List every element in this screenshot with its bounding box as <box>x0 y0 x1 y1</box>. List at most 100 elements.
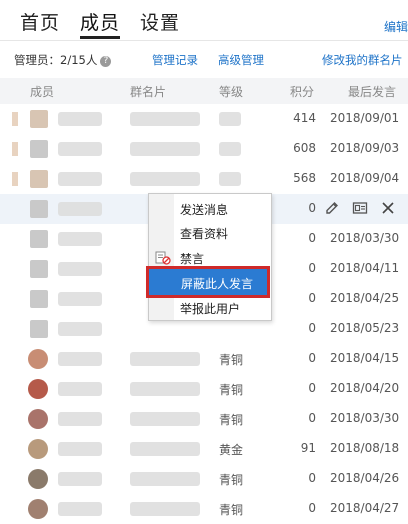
menu-item-mute[interactable]: 禁言 <box>180 250 204 267</box>
card-name-blurred <box>130 442 200 456</box>
col-card[interactable]: 群名片 <box>130 83 166 100</box>
last-post-date: 2018/09/03 <box>330 141 400 155</box>
avatar <box>30 110 48 128</box>
member-name-blurred <box>58 112 102 126</box>
card-name-blurred <box>130 382 200 396</box>
avatar <box>30 200 48 218</box>
member-name-blurred <box>58 352 102 366</box>
table-row[interactable]: 568 2018/09/04 <box>0 164 408 194</box>
score: 414 <box>293 111 316 125</box>
card-name-blurred <box>130 142 200 156</box>
score: 0 <box>308 411 316 425</box>
admin-count: 管理员：2/15人? <box>14 52 112 68</box>
member-level: 青铜 <box>219 413 244 427</box>
card-name-blurred <box>130 352 200 366</box>
score: 0 <box>308 231 316 245</box>
score: 568 <box>293 171 316 185</box>
table-row[interactable]: 414 2018/09/01 <box>0 104 408 134</box>
menu-item-send-message[interactable]: 发送消息 <box>180 201 228 218</box>
member-level: 黄金 <box>219 443 244 457</box>
member-context-menu: 发送消息 查看资料 禁言 举报此用户 <box>148 193 272 321</box>
row-marker <box>12 112 18 126</box>
member-name-blurred <box>58 382 102 396</box>
score: 0 <box>308 501 316 515</box>
edit-pencil-icon[interactable] <box>324 200 340 216</box>
last-post-date: 2018/05/23 <box>330 321 400 335</box>
last-post-date: 2018/04/27 <box>330 501 400 515</box>
remove-member-icon[interactable] <box>380 200 396 216</box>
level-blurred <box>219 112 241 126</box>
tab-members[interactable]: 成员 <box>80 8 120 35</box>
table-row[interactable]: 608 2018/09/03 <box>0 134 408 164</box>
avatar <box>30 320 48 338</box>
member-name-blurred <box>58 322 102 336</box>
score: 608 <box>293 141 316 155</box>
top-tab-bar: 首页 成员 设置 编辑 <box>0 0 408 41</box>
id-card-icon[interactable] <box>352 200 368 216</box>
row-marker <box>12 142 18 156</box>
avatar <box>28 439 48 459</box>
card-name-blurred <box>130 472 200 486</box>
avatar <box>28 499 48 519</box>
score: 0 <box>308 291 316 305</box>
help-icon[interactable]: ? <box>100 56 112 67</box>
avatar <box>28 469 48 489</box>
member-name-blurred <box>58 172 102 186</box>
col-member[interactable]: 成员 <box>30 83 54 100</box>
member-level: 青铜 <box>219 503 244 517</box>
level-blurred <box>219 172 241 186</box>
score: 0 <box>308 471 316 485</box>
active-tab-indicator <box>80 36 120 39</box>
member-name-blurred <box>58 412 102 426</box>
mute-icon <box>155 251 171 265</box>
edit-link[interactable]: 编辑 <box>384 18 408 35</box>
last-post-date: 2018/03/30 <box>330 411 400 425</box>
col-score[interactable]: 积分 <box>290 83 314 100</box>
last-post-date: 2018/04/11 <box>330 261 400 275</box>
table-row[interactable]: 青铜 0 2018/04/15 <box>0 344 408 374</box>
menu-item-block-messages[interactable]: 屏蔽此人发言 <box>146 266 270 298</box>
last-post-date: 2018/09/01 <box>330 111 400 125</box>
score: 0 <box>308 381 316 395</box>
last-post-date: 2018/08/18 <box>330 441 400 455</box>
score: 0 <box>308 261 316 275</box>
manage-log-link[interactable]: 管理记录 <box>152 52 198 68</box>
avatar <box>30 260 48 278</box>
tab-home[interactable]: 首页 <box>20 8 60 35</box>
avatar <box>28 349 48 369</box>
tab-settings[interactable]: 设置 <box>140 8 180 35</box>
score: 0 <box>308 351 316 365</box>
menu-item-report-user[interactable]: 举报此用户 <box>180 300 240 317</box>
edit-my-card-link[interactable]: 修改我的群名片 <box>322 52 403 68</box>
avatar <box>28 379 48 399</box>
table-row[interactable]: 青铜 0 2018/04/27 <box>0 494 408 524</box>
member-name-blurred <box>58 502 102 516</box>
last-post-date: 2018/04/25 <box>330 291 400 305</box>
admin-count-text: 管理员：2/15人 <box>14 53 98 67</box>
member-name-blurred <box>58 442 102 456</box>
last-post-date: 2018/04/20 <box>330 381 400 395</box>
members-toolbar: 管理员：2/15人? 管理记录 高级管理 修改我的群名片 <box>0 44 408 74</box>
last-post-date: 2018/04/26 <box>330 471 400 485</box>
col-level[interactable]: 等级 <box>219 83 243 100</box>
table-row[interactable]: 黄金 91 2018/08/18 <box>0 434 408 464</box>
table-row[interactable]: 青铜 0 2018/04/20 <box>0 374 408 404</box>
menu-item-block-messages-label: 屏蔽此人发言 <box>181 277 254 291</box>
last-post-date: 2018/09/04 <box>330 171 400 185</box>
advanced-manage-link[interactable]: 高级管理 <box>218 52 264 68</box>
menu-item-view-profile[interactable]: 查看资料 <box>180 225 228 242</box>
level-blurred <box>219 142 241 156</box>
score: 0 <box>308 201 316 215</box>
member-name-blurred <box>58 472 102 486</box>
member-name-blurred <box>58 232 102 246</box>
table-header: 成员 群名片 等级 积分 最后发言 <box>0 78 408 104</box>
table-row[interactable]: 青铜 0 2018/04/26 <box>0 464 408 494</box>
card-name-blurred <box>130 112 200 126</box>
avatar <box>30 230 48 248</box>
row-marker <box>12 172 18 186</box>
table-row[interactable]: 青铜 0 2018/03/30 <box>0 404 408 434</box>
col-last-post[interactable]: 最后发言 <box>348 83 396 100</box>
row-actions <box>316 200 396 216</box>
avatar <box>28 409 48 429</box>
card-name-blurred <box>130 412 200 426</box>
